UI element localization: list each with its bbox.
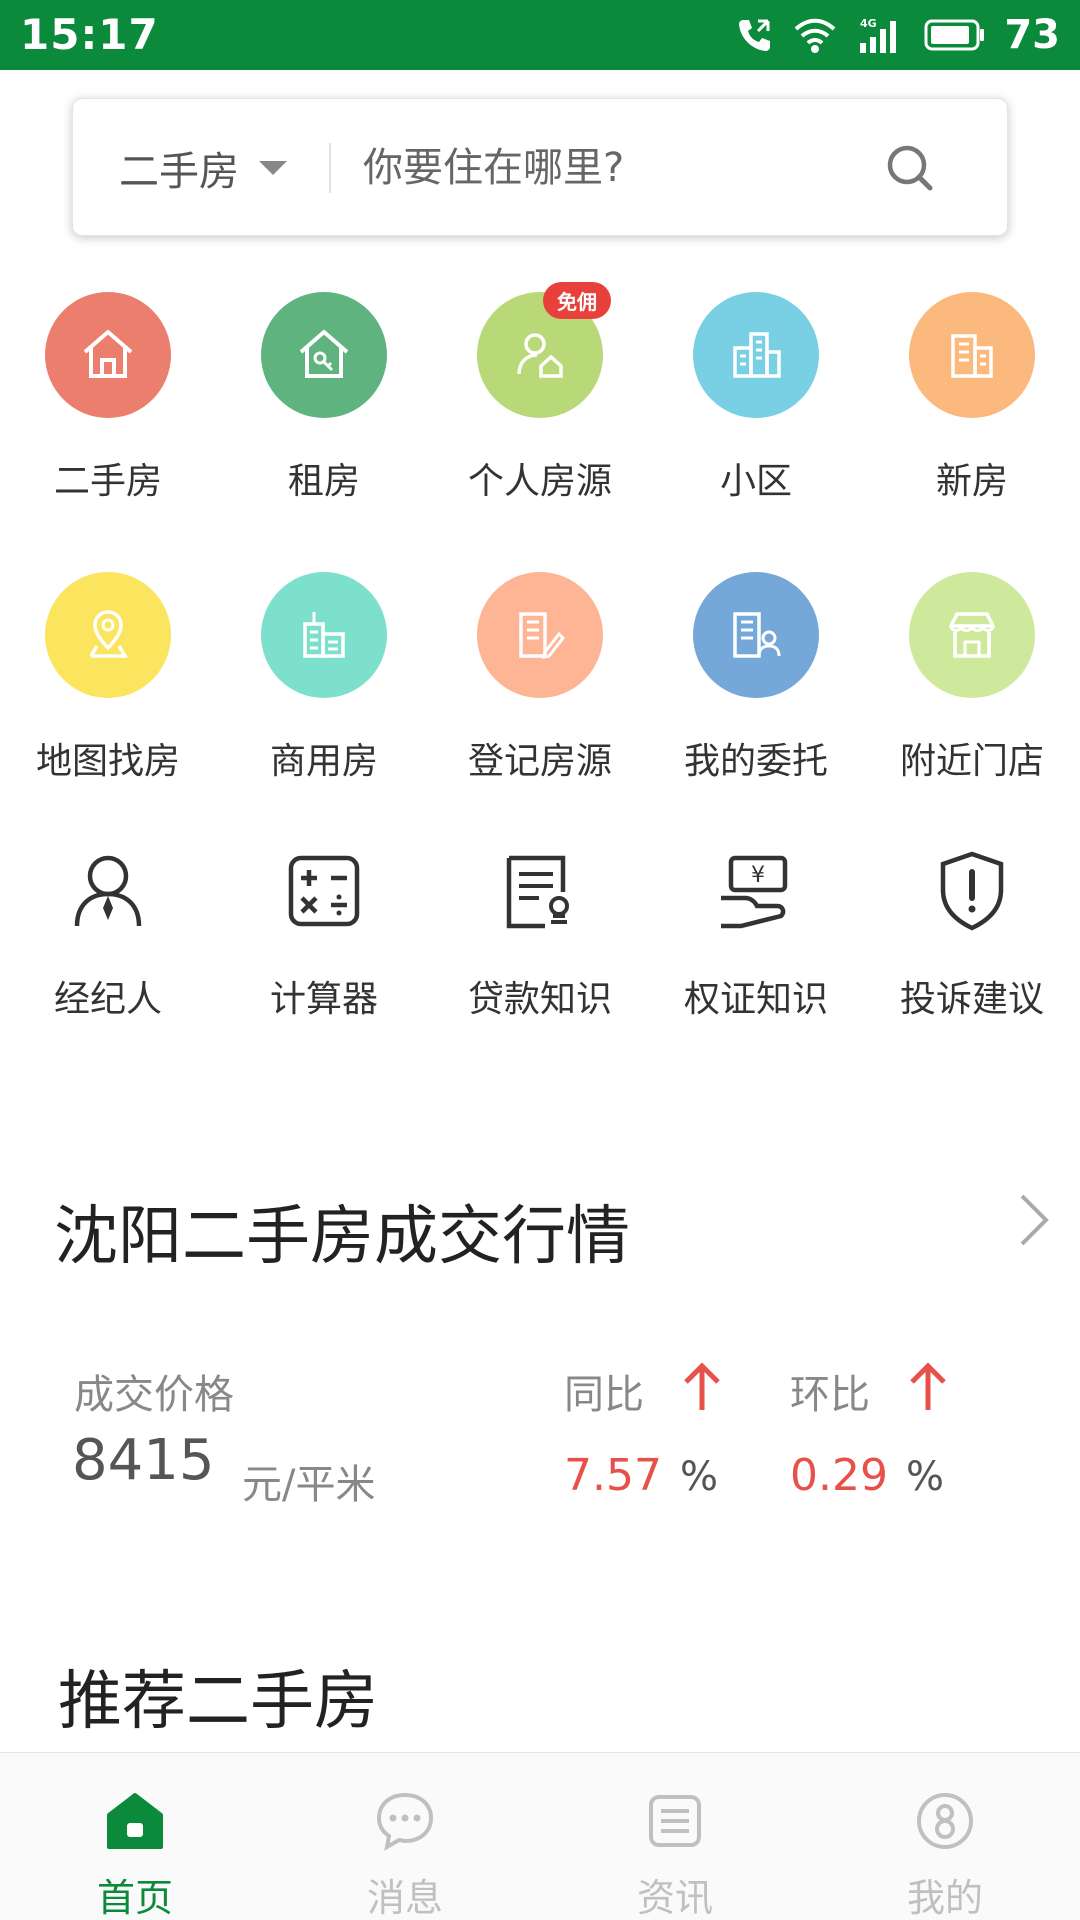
house-key-icon [261,292,387,418]
price-label: 成交价格 [74,1372,234,1418]
tool-certificate-knowledge[interactable]: ¥ 权证知识 [648,846,864,1022]
chevron-down-icon [259,161,287,175]
news-icon [649,1795,701,1847]
chevron-right-icon[interactable] [1016,1192,1052,1248]
grid-item-secondhand[interactable]: 二手房 [0,292,216,504]
nav-label: 消息 [366,1876,443,1920]
grid-label: 二手房 [53,461,162,502]
entrust-building-icon [693,572,819,698]
tool-label: 经纪人 [53,979,162,1020]
grid-label: 租房 [287,461,360,502]
register-building-icon [477,572,603,698]
tool-loan-knowledge[interactable]: 贷款知识 [432,846,648,1022]
nav-messages[interactable]: 消息 [270,1753,540,1920]
search-divider [329,143,331,193]
home-icon [107,1793,163,1849]
search-bar: 二手房 [72,98,1008,236]
grid-item-community[interactable]: 小区 [648,292,864,504]
svg-text:4G: 4G [860,17,877,30]
grid-label: 新房 [935,461,1008,502]
map-pin-icon [45,572,171,698]
nav-label: 首页 [96,1876,173,1920]
mom-value: 0.29 [790,1450,888,1501]
nav-label: 我的 [906,1876,983,1920]
grid-label: 商用房 [269,741,378,782]
store-icon [909,572,1035,698]
house-icon [45,292,171,418]
commercial-building-icon [261,572,387,698]
tool-agent[interactable]: 经纪人 [0,846,216,1022]
svg-text:¥: ¥ [751,863,765,888]
grid-item-personal-listing[interactable]: 免佣 个人房源 [432,282,648,504]
mom-label: 环比 [790,1372,870,1418]
certificate-icon: ¥ [721,855,788,929]
arrow-up-icon [684,1362,720,1410]
agent-icon [74,855,142,927]
tool-label: 投诉建议 [899,979,1044,1020]
grid-item-commercial[interactable]: 商用房 [216,572,432,784]
grid-label: 附近门店 [899,741,1044,782]
grid-label: 登记房源 [467,741,612,782]
signal-4g-icon: 4G [860,17,897,53]
call-icon [739,19,771,51]
grid-label: 小区 [719,461,792,502]
grid-item-map-search[interactable]: 地图找房 [0,572,216,784]
battery-icon [924,19,985,51]
grid-label: 个人房源 [467,461,612,502]
percent-sign: % [680,1454,719,1500]
status-time: 15:17 [20,10,159,59]
nav-label: 资讯 [636,1876,713,1920]
new-building-icon [909,292,1035,418]
tool-label: 计算器 [269,979,378,1020]
search-input[interactable] [363,133,863,203]
search-type-dropdown[interactable]: 二手房 [119,99,287,237]
profile-icon [917,1793,973,1849]
grid-item-new-home[interactable]: 新房 [864,292,1080,504]
grid-label: 地图找房 [35,741,180,782]
price-unit: 元/平米 [242,1462,376,1508]
grid-item-my-entrust[interactable]: 我的委托 [648,572,864,784]
yoy-value: 7.57 [564,1450,662,1501]
nav-profile[interactable]: 我的 [810,1753,1080,1920]
tool-complaint-suggestion[interactable]: 投诉建议 [864,846,1080,1022]
search-type-label: 二手房 [119,149,239,195]
grid-item-register-listing[interactable]: 登记房源 [432,572,648,784]
recommend-section-title: 推荐二手房 [58,1665,378,1739]
yoy-label: 同比 [564,1372,644,1418]
commission-free-badge: 免佣 [543,282,611,319]
person-house-icon: 免佣 [477,282,611,418]
percent-sign: % [906,1454,945,1500]
nav-home[interactable]: 首页 [0,1753,270,1920]
search-icon[interactable] [881,139,941,199]
battery-level: 73 [1004,12,1060,58]
tool-label: 贷款知识 [467,979,612,1020]
tool-label: 权证知识 [683,979,828,1020]
wifi-icon [794,18,836,53]
arrow-up-icon [910,1362,946,1410]
status-bar: 15:17 4G 73 [0,0,1080,70]
status-icons: 4G 73 [734,8,1060,62]
grid-item-rent[interactable]: 租房 [216,292,432,504]
nav-news[interactable]: 资讯 [540,1753,810,1920]
shield-alert-icon [940,851,1004,931]
price-value: 8415 [72,1428,215,1493]
grid-label: 我的委托 [683,741,828,782]
loan-doc-icon [506,855,569,929]
calculator-icon [288,855,360,927]
tool-calculator[interactable]: 计算器 [216,846,432,1022]
message-icon [376,1792,434,1851]
bottom-nav: 首页 消息 资讯 我的 [0,1752,1080,1920]
buildings-icon [693,292,819,418]
market-section-title: 沈阳二手房成交行情 [54,1200,630,1274]
grid-item-nearby-store[interactable]: 附近门店 [864,572,1080,784]
